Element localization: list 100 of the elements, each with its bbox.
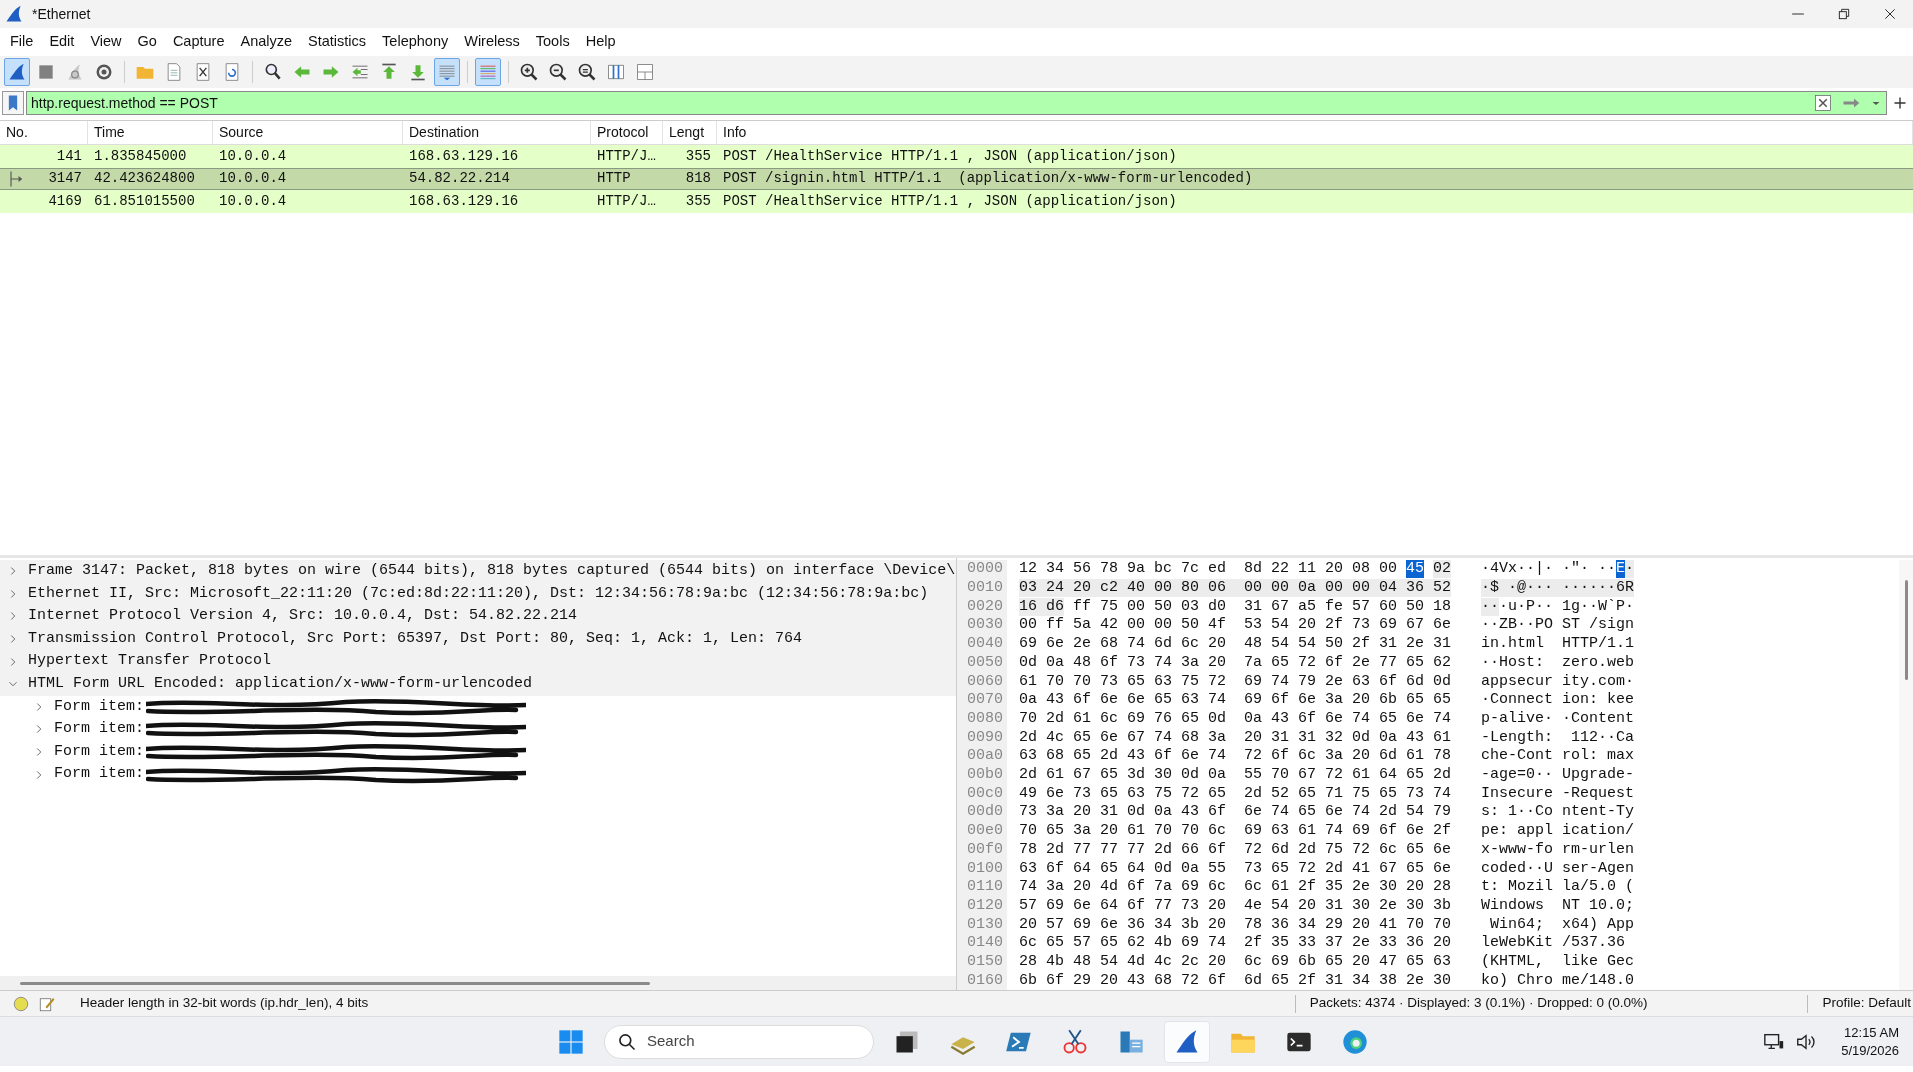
- table-cell-text: 10.0.0.4: [219, 169, 287, 189]
- menu-item[interactable]: Help: [577, 31, 624, 53]
- hex-bytes[interactable]: 12 34 56 78 9a bc 7c ed 8d 22 11 20 08 00: [1019, 560, 1398, 579]
- tree-item[interactable]: Form item:: [54, 740, 144, 764]
- ascii-text[interactable]: appsecur ity.com·: [1481, 672, 1635, 691]
- offset-label: 00d0: [957, 803, 1007, 822]
- tree-item[interactable]: Form item:: [54, 763, 144, 786]
- menu-item[interactable]: Statistics: [300, 31, 375, 53]
- hex-bytes[interactable]: 02: [1433, 560, 1452, 579]
- zoom-out-icon: [548, 62, 568, 82]
- ascii-text[interactable]: che-Cont rol: max: [1481, 747, 1635, 766]
- ascii-text[interactable]: ·: [1625, 560, 1635, 579]
- ascii-text[interactable]: Insecure -Request: [1481, 784, 1635, 803]
- ascii-text[interactable]: -age=0·· Upgrade-: [1481, 766, 1635, 785]
- hex-bytes[interactable]: 2d 61 67 65 3d 30 0d 0a 55 70 67 72 61 64 65 2d: [1019, 766, 1452, 785]
- hex-bytes[interactable]: 20 57 69 6e 36 34 3b 20 78 36 34 29 20 41 70 70: [1019, 915, 1452, 934]
- hex-bytes[interactable]: 74 3a 20 4d 6f 7a 69 6c 6c 61 2f 35 2e 30 20 28: [1019, 878, 1452, 897]
- profile-label[interactable]: Profile: Default: [1822, 993, 1911, 1014]
- hex-bytes[interactable]: 6b 6f 29 20 43 68 72 6f 6d 65 2f 31 34 38 2e 30: [1019, 971, 1452, 990]
- auto-scroll-button[interactable]: [434, 58, 460, 86]
- ascii-text[interactable]: p-alive· ·Content: [1481, 709, 1635, 728]
- ascii-text[interactable]: ··Host: zero.web: [1481, 653, 1635, 672]
- hex-bytes[interactable]: 16 d6: [1019, 597, 1064, 616]
- menu-item[interactable]: Tools: [527, 31, 578, 53]
- hex-bytes[interactable]: 57 69 6e 64 6f 77 73 20 4e 54 20 31 30 2e 30 3b: [1019, 897, 1452, 915]
- hex-bytes[interactable]: 61 70 70 73 65 63 75 72 69 74 79 2e 63 6f 6d 0d: [1019, 672, 1452, 691]
- menu-item[interactable]: Telephony: [374, 31, 457, 53]
- hex-bytes[interactable]: 70 2d 61 6c 69 76 65 0d 0a 43 6f 6e 74 65 6e 74: [1019, 709, 1452, 728]
- hex-bytes[interactable]: 63 6f 64 65 64 0d 0a 55 73 65 72 2d 41 67 65 6e: [1019, 859, 1452, 878]
- packet-row[interactable]: 4169 61.851015500 10.0.0.4 168.63.129.16 HTTP/J… 355 POST /HealthService HTTP/1.1 , JSON (application/json): [0, 190, 1913, 213]
- menu-item[interactable]: Edit: [41, 31, 83, 53]
- hex-bytes[interactable]: 00 ff 5a 42 00 00 50 4f 53 54 20 2f 73 69 67 6e: [1019, 616, 1452, 635]
- table-cell-text: 10.0.0.4: [219, 146, 287, 166]
- ascii-text[interactable]: ·4Vx··|· ·"· ··: [1481, 560, 1617, 579]
- ascii-text[interactable]: Win64; x64) App: [1481, 915, 1635, 934]
- hex-bytes[interactable]: 69 6e 2e 68 74 6d 6c 20 48 54 54 50 2f 31 2e 31: [1019, 635, 1452, 654]
- packet-row[interactable]: 141 1.835845000 10.0.0.4 168.63.129.16 HTTP/J… 355 POST /HealthService HTTP/1.1 , JSON (application/json): [0, 145, 1913, 168]
- taskbar-search-field[interactable]: Search: [604, 1024, 874, 1059]
- status-text: Packets: 4374 · Displayed: 3 (0.1%) · Dropped: 0 (0.0%): [1309, 994, 1648, 1013]
- ascii-text[interactable]: Windows NT 10.0;: [1481, 897, 1635, 915]
- table-cell-text: 355: [685, 191, 711, 211]
- column-header[interactable]: Source: [213, 121, 403, 144]
- offset-label: 0140: [957, 934, 1007, 953]
- clock-date[interactable]: 5/19/2026: [1841, 1041, 1899, 1060]
- hex-bytes[interactable]: 0a 43 6f 6e 6e 65 63 74 69 6f 6e 3a 20 6b 65 65: [1019, 691, 1452, 710]
- hex-bytes[interactable]: 45: [1406, 560, 1425, 579]
- column-header[interactable]: Destination: [403, 121, 591, 144]
- zoom-in-icon: [519, 62, 539, 82]
- tree-item[interactable]: Form item:: [54, 718, 144, 741]
- ascii-text[interactable]: ··ZB··PO ST /sign: [1481, 616, 1635, 635]
- hex-bytes[interactable]: 28 4b 48 54 4d 4c 2c 20 6c 69 6b 65 20 47 65 63: [1019, 953, 1452, 972]
- table-cell-text: POST /signin.html HTTP/1.1 (application/x-www-form-urlencoded): [723, 169, 1253, 189]
- ascii-text[interactable]: s: 1··Co ntent-Ty: [1481, 803, 1635, 822]
- ascii-text[interactable]: t: Mozil la/5.0 (: [1481, 878, 1635, 897]
- hex-bytes[interactable]: 6c 65 57 65 62 4b 69 74 2f 35 33 37 2e 33 36 20: [1019, 934, 1452, 953]
- horizontal-scrollbar[interactable]: [20, 981, 650, 985]
- ascii-text[interactable]: leWebKit /537.36: [1481, 934, 1635, 953]
- ascii-text[interactable]: ·u·P·· 1g··W`P·: [1499, 597, 1635, 616]
- colored-lines-button[interactable]: [475, 58, 501, 86]
- hex-bytes[interactable]: 73 3a 20 31 0d 0a 43 6f 6e 74 65 6e 74 2d 54 79: [1019, 803, 1452, 822]
- hex-bytes[interactable]: 70 65 3a 20 61 70 70 6c 69 63 61 74 69 6f 6e 2f: [1019, 822, 1452, 841]
- hex-bytes[interactable]: 03 24 20 c2 40 00 80 06 00 00 0a 00 00 04 36 52: [1019, 579, 1452, 598]
- clock-time[interactable]: 12:15 AM: [1844, 1023, 1899, 1042]
- ascii-text[interactable]: (KHTML, like Gec: [1481, 953, 1635, 972]
- menu-item[interactable]: View: [82, 31, 130, 53]
- hex-bytes[interactable]: 0d 0a 48 6f 73 74 3a 20 7a 65 72 6f 2e 77 65 62: [1019, 653, 1452, 672]
- menu-item[interactable]: Capture: [164, 31, 233, 53]
- column-header[interactable]: Info: [717, 121, 1913, 144]
- column-header[interactable]: Protocol: [591, 121, 663, 144]
- ascii-text[interactable]: pe: appl ication/: [1481, 822, 1635, 841]
- menu-item[interactable]: Analyze: [232, 31, 301, 53]
- hex-bytes[interactable]: 2d 4c 65 6e 67 74 68 3a 20 31 31 32 0d 0a 43 61: [1019, 728, 1452, 747]
- ascii-text[interactable]: x-www-fo rm-urlen: [1481, 840, 1635, 859]
- menu-item[interactable]: Wireless: [456, 31, 528, 53]
- table-cell-text: 168.63.129.16: [409, 191, 519, 211]
- ascii-text[interactable]: ko) Chro me/148.0: [1481, 971, 1635, 990]
- column-header[interactable]: No.: [0, 121, 88, 144]
- column-header[interactable]: Lengt: [663, 121, 717, 144]
- ascii-text[interactable]: ·$ ·@··· ······6R: [1481, 579, 1635, 598]
- menu-item[interactable]: Go: [129, 31, 165, 53]
- ascii-text[interactable]: -Length: 112··Ca: [1481, 728, 1635, 747]
- hex-bytes[interactable]: ff 75 00 50 03 d0 31 67 a5 fe 57 60 50 18: [1073, 597, 1452, 616]
- ascii-text[interactable]: ··: [1481, 597, 1499, 616]
- ascii-text[interactable]: coded··U ser-Agen: [1481, 859, 1635, 878]
- ascii-text[interactable]: E: [1616, 560, 1626, 579]
- tree-item[interactable]: Form item:: [54, 695, 144, 719]
- offset-label: 0100: [957, 859, 1007, 878]
- offset-label: 0060: [957, 672, 1007, 691]
- ascii-text[interactable]: in.html HTTP/1.1: [1481, 635, 1635, 654]
- column-header[interactable]: Time: [88, 121, 213, 144]
- hex-bytes[interactable]: 63 68 65 2d 43 6f 6e 74 72 6f 6c 3a 20 6d 61 78: [1019, 747, 1452, 766]
- ascii-text[interactable]: ·Connect ion: kee: [1481, 691, 1635, 710]
- hex-bytes[interactable]: 49 6e 73 65 63 75 72 65 2d 52 65 71 75 65 73 74: [1019, 784, 1452, 803]
- clear-icon[interactable]: [1814, 94, 1832, 112]
- packet-row[interactable]: 3147 42.423624800 10.0.0.4 54.82.22.214 HTTP 818 POST /signin.html HTTP/1.1 (application/x-www-form-urlencoded): [0, 167, 1913, 190]
- bookmark-icon[interactable]: [2, 91, 24, 115]
- menu-item[interactable]: File: [2, 31, 42, 53]
- vertical-scrollbar[interactable]: [1904, 580, 1908, 680]
- shark-fin-button[interactable]: [4, 58, 30, 86]
- hex-bytes[interactable]: 78 2d 77 77 77 2d 66 6f 72 6d 2d 75 72 6c 65 6e: [1019, 840, 1452, 859]
